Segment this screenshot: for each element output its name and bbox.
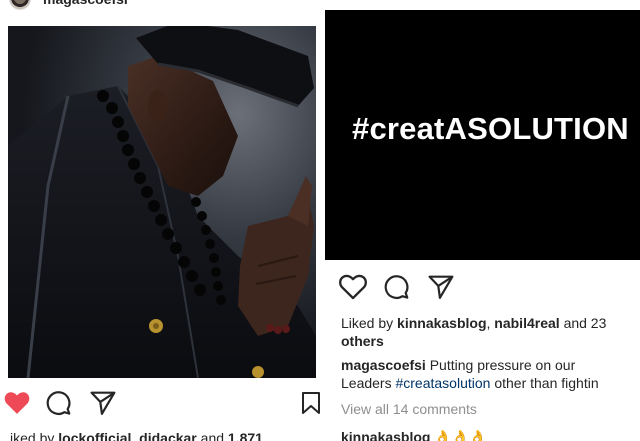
caption-text: Leaders <box>341 375 392 391</box>
heart-outline-icon[interactable] <box>338 272 368 302</box>
caption-line-1: magascoefsi Putting pressure on our <box>341 356 640 374</box>
comment-icon[interactable] <box>44 388 74 418</box>
caption-line-2: Leaders #creatasolution other than fight… <box>341 374 640 392</box>
share-icon[interactable] <box>88 388 118 418</box>
comment-icon[interactable] <box>382 272 412 302</box>
view-all-comments-link[interactable]: View all 14 comments <box>341 400 640 418</box>
likes-others-link[interactable]: others <box>341 333 384 349</box>
left-post: magascoefsi <box>0 0 320 441</box>
left-likes-line: iked by lockofficial, didackar and 1,871 <box>10 430 263 441</box>
liked-user-link[interactable]: didackar <box>139 430 197 441</box>
feed-screenshot: magascoefsi <box>0 0 640 441</box>
likes-separator: , <box>486 315 491 331</box>
image-hashtag-text: #creatASOLUTION <box>352 111 629 146</box>
caption-text: Putting pressure on our <box>429 357 576 373</box>
liked-by-label: Liked by <box>341 315 394 331</box>
left-post-actions <box>0 388 320 420</box>
right-post: #creatASOLUTION Liked by kinnakasblog, n… <box>322 0 640 441</box>
left-post-photo[interactable] <box>8 26 316 378</box>
comment-line: kinnakasblog 👌👌👌 <box>341 428 640 441</box>
likes-and: and <box>200 430 225 441</box>
comment-username[interactable]: kinnakasblog <box>341 429 430 441</box>
caption-hashtag-link[interactable]: #creatasolution <box>395 375 490 391</box>
liked-user-link[interactable]: nabil4real <box>494 315 559 331</box>
caption-text: other than fightin <box>494 375 599 391</box>
liked-user-link[interactable]: lockofficial <box>58 430 131 441</box>
likes-and: and 23 <box>563 315 607 331</box>
comment-text: 👌👌👌 <box>434 429 487 441</box>
right-post-photo[interactable]: #creatASOLUTION <box>325 10 640 260</box>
likes-prefix: iked by <box>10 430 55 441</box>
caption-username[interactable]: magascoefsi <box>341 357 426 373</box>
post-username[interactable]: magascoefsi <box>43 0 128 7</box>
share-icon[interactable] <box>426 272 456 302</box>
right-post-actions <box>322 272 640 304</box>
likes-separator: , <box>131 430 136 441</box>
likes-others-line: others <box>341 332 640 350</box>
likes-line: Liked by kinnakasblog, nabil4real and 23 <box>341 314 640 332</box>
portrait-photo <box>8 26 316 378</box>
heart-filled-icon[interactable] <box>2 388 32 418</box>
left-post-header: magascoefsi <box>0 0 318 10</box>
liked-user-link[interactable]: kinnakasblog <box>397 315 486 331</box>
avatar[interactable] <box>9 0 31 10</box>
likes-count[interactable]: 1,871 <box>228 430 263 441</box>
